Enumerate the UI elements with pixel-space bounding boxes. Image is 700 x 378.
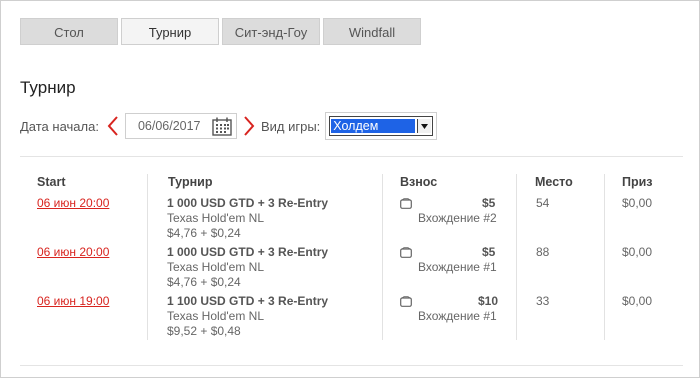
tab-sit-and-go[interactable]: Сит-энд-Гоу — [222, 18, 320, 45]
start-time-link[interactable]: 06 июн 20:00 — [37, 196, 109, 211]
place-value: 33 — [536, 294, 550, 308]
column-divider — [604, 174, 605, 340]
fee-amount: $5 — [482, 245, 496, 259]
column-divider — [516, 174, 517, 340]
date-label: Дата начала: — [20, 118, 99, 134]
wallet-icon — [400, 296, 412, 307]
tournament-name: 1 000 USD GTD + 3 Re-Entry — [167, 196, 329, 210]
tab-windfall[interactable]: Windfall — [323, 18, 421, 45]
header-prize[interactable]: Приз — [622, 175, 653, 189]
header-start[interactable]: Start — [37, 175, 65, 189]
fee-amount: $5 — [482, 196, 496, 210]
prize-value: $0,00 — [622, 245, 653, 259]
page-title: Турнир — [20, 78, 76, 97]
column-divider — [382, 174, 383, 340]
divider-top — [20, 156, 683, 157]
game-type: Texas Hold'em NL — [167, 211, 264, 225]
header-place[interactable]: Место — [535, 175, 573, 189]
calendar-icon[interactable] — [212, 117, 232, 136]
prize-value: $0,00 — [622, 196, 653, 210]
header-buyin[interactable]: Взнос — [400, 175, 437, 189]
game-type-label: Вид игры: — [260, 118, 321, 134]
tournament-name: 1 100 USD GTD + 3 Re-Entry — [167, 294, 329, 308]
prize-value: $0,00 — [622, 294, 653, 308]
tab-tournament[interactable]: Турнир — [121, 18, 219, 45]
tournament-name: 1 000 USD GTD + 3 Re-Entry — [167, 245, 329, 259]
fee-amount: $10 — [478, 294, 499, 308]
header-tournament[interactable]: Турнир — [168, 175, 212, 189]
date-value: 06/06/2017 — [137, 119, 201, 133]
game-type: Texas Hold'em NL — [167, 260, 264, 274]
buyin-breakdown: $4,76 + $0,24 — [167, 275, 241, 289]
chevron-right-icon[interactable] — [241, 115, 257, 137]
date-input[interactable]: 06/06/2017 — [124, 113, 237, 139]
chevron-left-icon[interactable] — [105, 115, 121, 137]
game-type: Texas Hold'em NL — [167, 309, 264, 323]
column-divider — [147, 174, 148, 340]
dropdown-arrow-icon[interactable] — [417, 119, 432, 133]
tab-bar: Стол Турнир Сит-энд-Гоу Windfall — [20, 18, 421, 45]
game-type-select-box[interactable]: Холдем — [329, 116, 434, 136]
buyin-breakdown: $4,76 + $0,24 — [167, 226, 241, 240]
buyin-breakdown: $9,52 + $0,48 — [167, 324, 241, 338]
divider-bottom — [20, 365, 683, 366]
place-value: 54 — [536, 196, 550, 210]
tab-table[interactable]: Стол — [20, 18, 118, 45]
entry-number: Вхождение #1 — [418, 260, 497, 274]
game-type-value: Холдем — [331, 119, 416, 133]
entry-number: Вхождение #1 — [418, 309, 497, 323]
wallet-icon — [400, 198, 412, 209]
game-type-select[interactable]: Холдем — [325, 112, 438, 140]
filter-row: Дата начала: 06/06/2017 Вид игры: Холдем — [20, 112, 438, 140]
start-time-link[interactable]: 06 июн 20:00 — [37, 245, 109, 260]
place-value: 88 — [536, 245, 550, 259]
tournament-table: Start Турнир Взнос Место Приз 06 июн 20:… — [20, 168, 682, 340]
entry-number: Вхождение #2 — [418, 211, 497, 225]
wallet-icon — [400, 247, 412, 258]
start-time-link[interactable]: 06 июн 19:00 — [37, 294, 109, 309]
